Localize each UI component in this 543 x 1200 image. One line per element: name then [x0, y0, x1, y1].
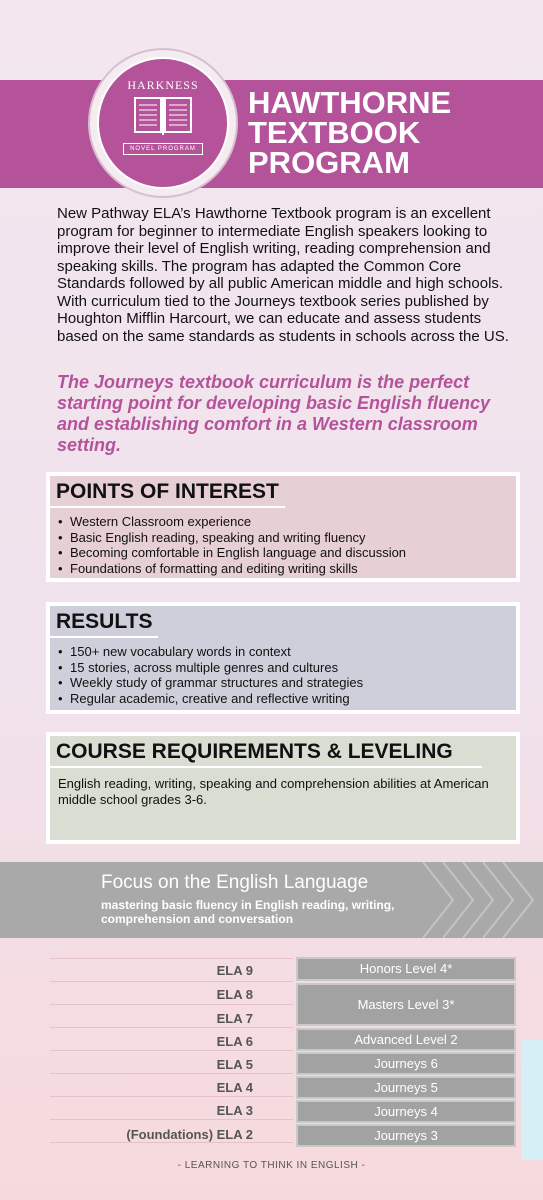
ela-label: ELA 9 [216, 963, 253, 978]
ela-label: ELA 3 [216, 1103, 253, 1118]
level-box: Journeys 6 [296, 1052, 516, 1075]
ela-label: ELA 6 [216, 1034, 253, 1049]
chevron-pattern-icon [422, 862, 535, 938]
title-line: TEXTBOOK [248, 115, 421, 150]
requirements-text: English reading, writing, speaking and c… [58, 776, 489, 807]
logo-subtitle: NOVEL PROGRAM [97, 143, 229, 155]
book-icon [134, 97, 192, 135]
list-item: Weekly study of grammar structures and s… [58, 675, 516, 691]
results-list: 150+ new vocabulary words in context 15 … [50, 638, 516, 706]
ela-label: ELA 7 [216, 1011, 253, 1026]
title-line: HAWTHORNE [248, 85, 452, 120]
list-item: 15 stories, across multiple genres and c… [58, 660, 516, 676]
points-list: Western Classroom experience Basic Engli… [50, 508, 516, 576]
level-box: Honors Level 4* [296, 957, 516, 981]
ela-label: ELA 4 [216, 1080, 253, 1095]
title-line: PROGRAM [248, 145, 410, 180]
table-rule [50, 1050, 293, 1051]
logo-sub-label: NOVEL PROGRAM [123, 143, 203, 155]
footer-tagline: - LEARNING TO THINK IN ENGLISH - [177, 1160, 366, 1171]
header-band: HAWTHORNE TEXTBOOK PROGRAM [0, 80, 543, 188]
table-rule [50, 1142, 293, 1143]
focus-subtitle: mastering basic fluency in English readi… [101, 898, 395, 926]
table-rule [50, 1073, 293, 1074]
points-heading: POINTS OF INTEREST [50, 476, 285, 508]
list-item: Becoming comfortable in English language… [58, 545, 516, 561]
list-item: Regular academic, creative and reflectiv… [58, 691, 516, 707]
results-heading: RESULTS [50, 606, 159, 638]
ela-label: ELA 8 [216, 987, 253, 1002]
level-box: Masters Level 3* [296, 983, 516, 1026]
intro-paragraph: New Pathway ELA’s Hawthorne Textbook pro… [57, 205, 509, 345]
level-box: Advanced Level 2 [296, 1028, 516, 1051]
requirements-heading: COURSE REQUIREMENTS & LEVELING [50, 736, 482, 768]
table-rule [50, 981, 293, 982]
focus-banner: Focus on the English Language mastering … [0, 862, 543, 938]
ela-label: (Foundations) ELA 2 [126, 1127, 253, 1142]
list-item: 150+ new vocabulary words in context [58, 644, 516, 660]
list-item: Western Classroom experience [58, 514, 516, 530]
level-box: Journeys 3 [296, 1124, 516, 1147]
level-box: Journeys 4 [296, 1100, 516, 1123]
table-rule [50, 1119, 293, 1120]
list-item: Foundations of formatting and editing wr… [58, 561, 516, 577]
tagline: The Journeys textbook curriculum is the … [57, 372, 491, 455]
focus-title: Focus on the English Language [101, 872, 369, 893]
results-card: RESULTS 150+ new vocabulary words in con… [46, 602, 520, 714]
table-rule [50, 1027, 293, 1028]
logo-name: HARKNESS [127, 78, 199, 92]
table-rule [50, 1004, 293, 1005]
page-title: HAWTHORNE TEXTBOOK PROGRAM [248, 85, 538, 180]
requirements-card: COURSE REQUIREMENTS & LEVELING English r… [46, 732, 520, 844]
table-rule [50, 1096, 293, 1097]
table-rule [50, 958, 293, 959]
points-of-interest-card: POINTS OF INTEREST Western Classroom exp… [46, 472, 520, 582]
decorative-bar [521, 1040, 543, 1160]
list-item: Basic English reading, speaking and writ… [58, 530, 516, 546]
level-box: Journeys 5 [296, 1076, 516, 1099]
ela-label: ELA 5 [216, 1057, 253, 1072]
